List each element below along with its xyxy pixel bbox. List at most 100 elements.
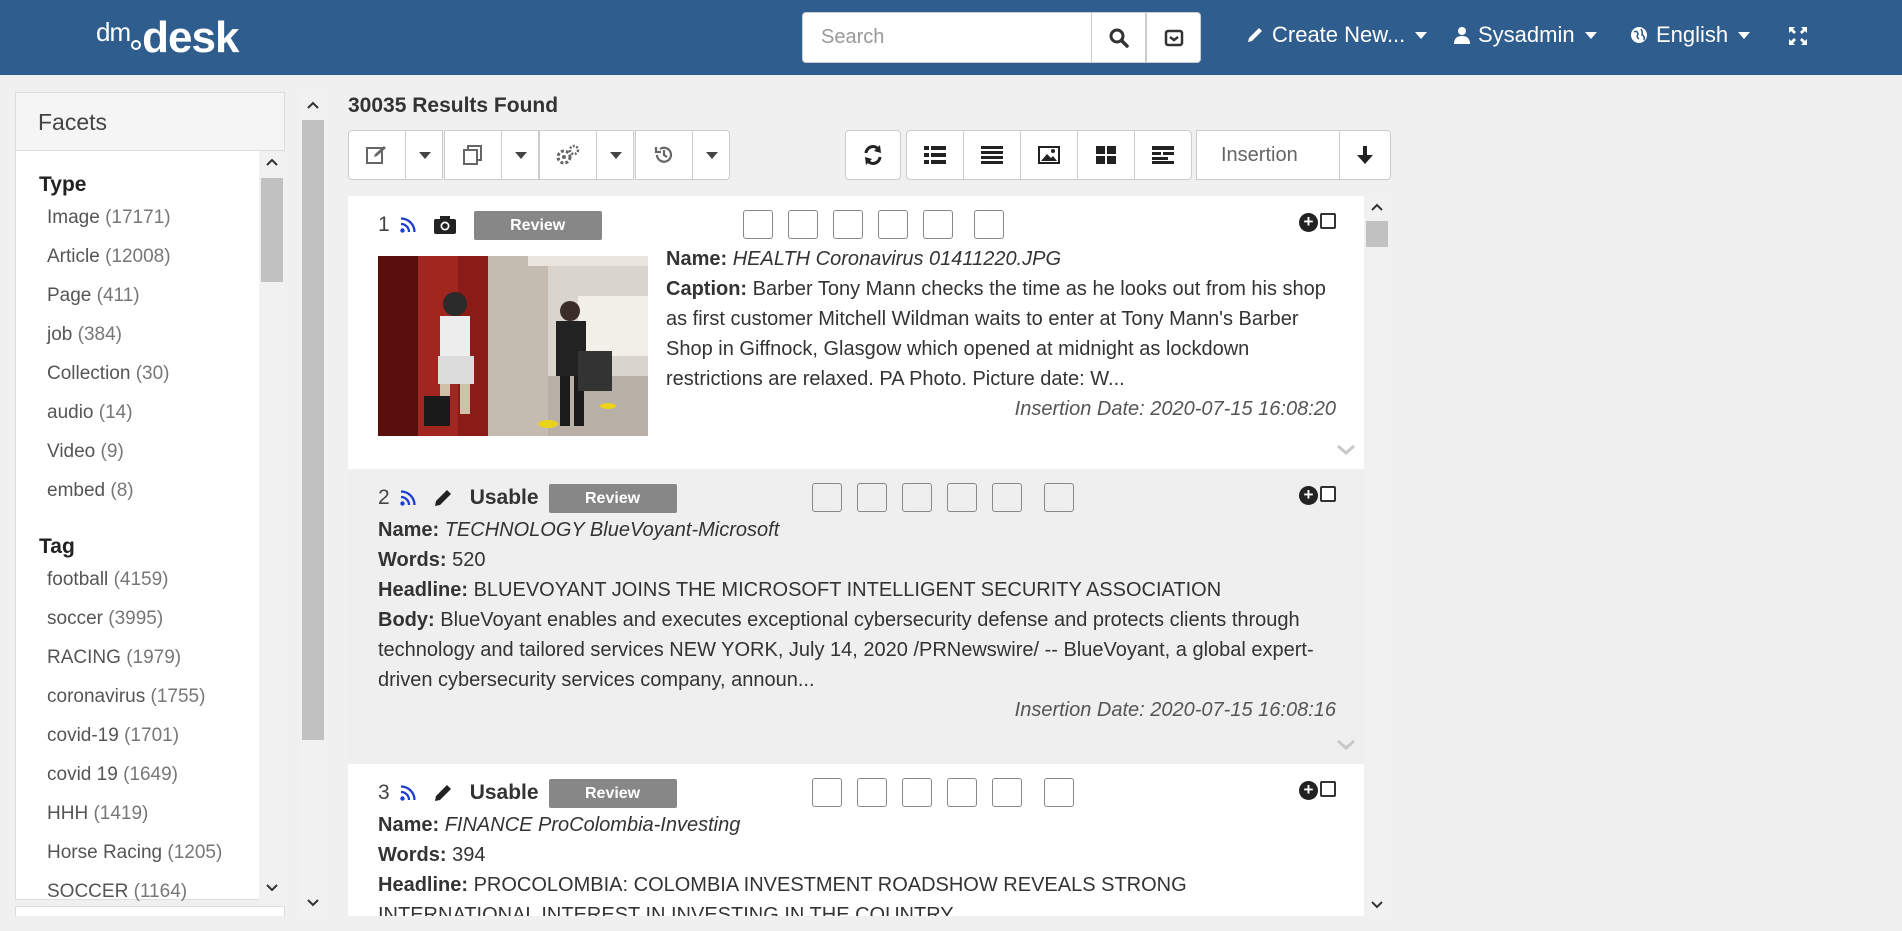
edit-button[interactable] xyxy=(348,130,406,180)
name-label: Name: xyxy=(666,248,728,270)
view-grid-button[interactable] xyxy=(1077,130,1135,180)
history-button[interactable] xyxy=(635,130,693,180)
flag-box-2[interactable] xyxy=(857,483,887,512)
facet-item[interactable]: football (4159) xyxy=(39,569,259,608)
facets-scrollbar[interactable] xyxy=(259,151,285,901)
language-menu[interactable]: English xyxy=(1630,22,1751,48)
edit-dropdown[interactable] xyxy=(405,130,443,180)
results-scrollbar[interactable] xyxy=(1364,196,1390,916)
mid-scrollbar-thumb[interactable] xyxy=(302,120,324,740)
facet-item[interactable]: covid 19 (1649) xyxy=(39,764,259,803)
facet-item[interactable]: SOCCER (1164) xyxy=(39,881,259,901)
select-checkbox[interactable] xyxy=(1320,781,1336,797)
flag-box-5[interactable] xyxy=(992,483,1022,512)
history-dropdown[interactable] xyxy=(692,130,730,180)
review-badge[interactable]: Review xyxy=(548,778,677,808)
facet-item[interactable]: coronavirus (1755) xyxy=(39,686,259,725)
chevron-down-icon[interactable] xyxy=(1336,739,1356,751)
facet-item[interactable]: audio (14) xyxy=(39,402,259,441)
flag-box-6[interactable] xyxy=(1044,778,1074,807)
flag-box-3[interactable] xyxy=(902,483,932,512)
facet-item[interactable]: Page (411) xyxy=(39,285,259,324)
flag-box-5[interactable] xyxy=(923,210,953,239)
facet-item[interactable]: RACING (1979) xyxy=(39,647,259,686)
review-badge[interactable]: Review xyxy=(473,210,602,240)
flag-box-3[interactable] xyxy=(902,778,932,807)
table-icon xyxy=(1152,146,1174,164)
result-thumbnail[interactable] xyxy=(378,256,648,436)
review-badge[interactable]: Review xyxy=(548,483,677,513)
results-scrollbar-thumb[interactable] xyxy=(1366,221,1388,247)
add-icon[interactable]: + xyxy=(1299,213,1318,232)
facet-item[interactable]: Horse Racing (1205) xyxy=(39,842,259,881)
flag-box-1[interactable] xyxy=(743,210,773,239)
flag-box-4[interactable] xyxy=(947,778,977,807)
sort-direction-button[interactable] xyxy=(1339,130,1391,180)
dmdesk-logo[interactable]: dm desk xyxy=(96,14,239,60)
result-name[interactable]: HEALTH Coronavirus 01411220.JPG xyxy=(733,248,1061,270)
facet-item-count: (8) xyxy=(110,480,134,501)
search-button[interactable] xyxy=(1091,12,1146,63)
image-icon xyxy=(1038,146,1060,164)
facets-toggle-scrollbar[interactable] xyxy=(300,92,326,916)
result-item[interactable]: 2 Usable Review + Name: TECHNOLOGY BlueV… xyxy=(348,469,1364,764)
facet-item[interactable]: Collection (30) xyxy=(39,363,259,402)
chevron-down-icon xyxy=(419,151,431,159)
view-list-button[interactable] xyxy=(906,130,964,180)
bars-icon xyxy=(981,146,1003,164)
result-item[interactable]: 3 Usable Review + Name: FINANCE ProColom… xyxy=(348,764,1364,916)
settings-dropdown[interactable] xyxy=(596,130,634,180)
fullscreen-button[interactable] xyxy=(1788,26,1808,46)
flag-box-5[interactable] xyxy=(992,778,1022,807)
copy-dropdown[interactable] xyxy=(501,130,539,180)
result-headline-line: Headline: BLUEVOYANT JOINS THE MICROSOFT… xyxy=(378,575,1336,605)
settings-button[interactable] xyxy=(539,130,597,180)
select-checkbox[interactable] xyxy=(1320,213,1336,229)
flag-box-6[interactable] xyxy=(1044,483,1074,512)
facet-item[interactable]: soccer (3995) xyxy=(39,608,259,647)
facets-scrollbar-thumb[interactable] xyxy=(261,178,283,282)
facet-item[interactable]: Article (12008) xyxy=(39,246,259,285)
facet-item[interactable]: embed (8) xyxy=(39,480,259,519)
chevron-down-icon[interactable] xyxy=(1336,444,1356,456)
flag-box-2[interactable] xyxy=(857,778,887,807)
status-label: Usable xyxy=(469,781,539,804)
user-menu[interactable]: Sysadmin xyxy=(1454,22,1597,48)
add-icon[interactable]: + xyxy=(1299,486,1318,505)
create-new-menu[interactable]: Create New... xyxy=(1246,22,1428,48)
facet-group-gap xyxy=(39,519,259,535)
sort-field-select[interactable]: Insertion xyxy=(1196,130,1340,180)
facet-item[interactable]: covid-19 (1701) xyxy=(39,725,259,764)
flag-box-2[interactable] xyxy=(788,210,818,239)
chevron-down-icon xyxy=(610,151,622,159)
flag-box-4[interactable] xyxy=(878,210,908,239)
search-input[interactable]: Search xyxy=(802,12,1092,63)
rss-icon xyxy=(399,217,416,233)
facet-item-label: coronavirus xyxy=(47,686,146,707)
refresh-button[interactable] xyxy=(845,130,901,180)
result-name[interactable]: TECHNOLOGY BlueVoyant-Microsoft xyxy=(445,519,780,541)
facet-item[interactable]: HHH (1419) xyxy=(39,803,259,842)
facet-item[interactable]: job (384) xyxy=(39,324,259,363)
view-compact-button[interactable] xyxy=(963,130,1021,180)
add-icon[interactable]: + xyxy=(1299,781,1318,800)
facet-item[interactable]: Image (17171) xyxy=(39,207,259,246)
scroll-up-icon xyxy=(1371,203,1383,211)
flag-box-3[interactable] xyxy=(833,210,863,239)
facet-item[interactable]: Video (9) xyxy=(39,441,259,480)
facet-item-count: (12008) xyxy=(105,246,171,267)
search-icon xyxy=(1109,28,1129,48)
copy-button[interactable] xyxy=(444,130,502,180)
name-label: Name: xyxy=(378,814,440,836)
saved-search-button[interactable] xyxy=(1146,12,1201,63)
view-image-button[interactable] xyxy=(1020,130,1078,180)
flag-box-1[interactable] xyxy=(812,483,842,512)
flag-box-4[interactable] xyxy=(947,483,977,512)
result-name[interactable]: FINANCE ProColombia-Investing xyxy=(445,814,741,836)
flag-box-6[interactable] xyxy=(974,210,1004,239)
flag-box-1[interactable] xyxy=(812,778,842,807)
view-detail-button[interactable] xyxy=(1134,130,1192,180)
select-checkbox[interactable] xyxy=(1320,486,1336,502)
result-item[interactable]: 1 Review + Name: HEALTH Coronavirus 0141… xyxy=(348,196,1364,469)
chevron-down-icon xyxy=(706,151,718,159)
